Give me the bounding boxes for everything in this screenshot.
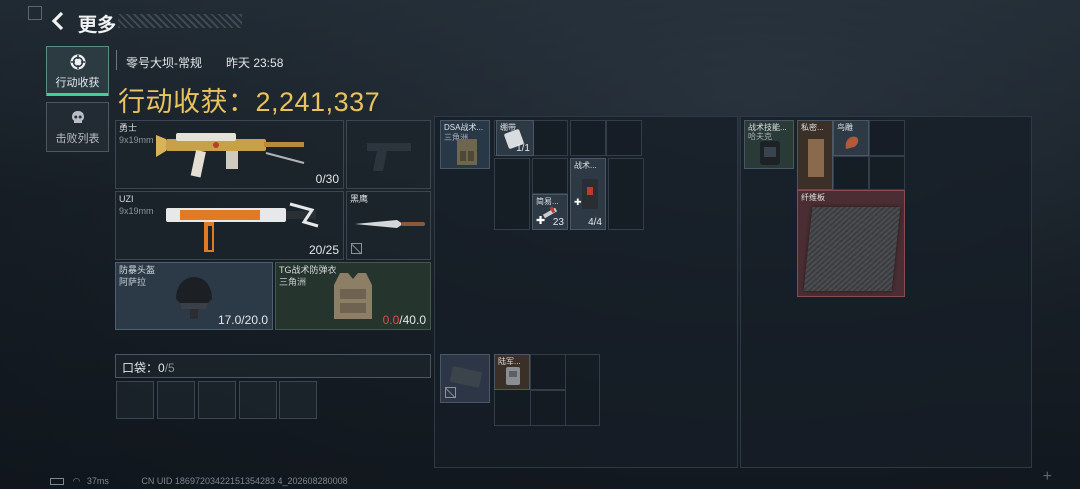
primary-weapon-name: 勇士: [119, 123, 138, 133]
tactical-kit-item[interactable]: 战术... ✚ 4/4: [570, 158, 606, 230]
raid-time: 昨天 23:58: [226, 56, 284, 70]
tactical-kit-count: 4/4: [588, 217, 602, 228]
wifi-icon: ◠: [72, 476, 81, 486]
plus-marker: +: [1042, 468, 1052, 485]
melee-name: 黑鹰: [350, 194, 369, 204]
chest-rig-item[interactable]: DSA战术... 三角洲: [440, 120, 490, 169]
pouch-item[interactable]: [440, 354, 490, 403]
backpack-grid-cell: [530, 390, 566, 426]
bandage-item[interactable]: 绷带 1/1: [496, 120, 534, 156]
armor-durability: 0.0/40.0: [383, 313, 426, 327]
helmet-durability: 17.0/20.0: [217, 313, 268, 327]
pocket-title: 口袋：: [122, 361, 159, 375]
user-uid: CN UID 18697203422151354283 4_2026082800…: [141, 476, 348, 486]
tab-kill-list[interactable]: 击败列表: [46, 102, 109, 152]
armor-origin: 三角洲: [279, 277, 307, 287]
backpack-icon: [506, 367, 520, 385]
pocket-count: 0: [158, 361, 165, 375]
skull-icon: [71, 110, 84, 123]
uzi-orange-icon: [166, 202, 319, 252]
battery-icon: [50, 478, 64, 486]
armor-name: TG战术防弹衣: [279, 265, 337, 275]
tactical-kit-name: 战术...: [574, 161, 597, 170]
helmet-icon: [176, 277, 212, 319]
rig-grid-cell: [606, 120, 642, 156]
pocket-label: 口袋：0/5: [122, 359, 175, 376]
bandage-count: 1/1: [516, 143, 530, 154]
rig-grid-cell: [532, 158, 568, 194]
rig-grid-cell: [608, 158, 644, 230]
secondary-weapon-ammo: 20/25: [308, 243, 339, 257]
fiberboard-item[interactable]: 纤维板: [797, 190, 905, 297]
primary-weapon-caliber: 9x19mm: [119, 135, 154, 145]
pocket-slot[interactable]: [198, 381, 236, 419]
loot-grid-cell: [833, 156, 869, 190]
haul-total: 行动收获：2,241,337: [118, 80, 380, 119]
no-insure-icon: [351, 243, 362, 254]
helmet-name: 防暴头盔: [119, 265, 156, 275]
tab-kill-list-label: 击败列表: [55, 132, 100, 145]
header-decoration: [118, 14, 242, 28]
tab-haul-label: 行动收获: [55, 76, 100, 89]
armor-durability-max: /40.0: [399, 313, 426, 327]
rig-grid-cell: [532, 120, 568, 156]
haul-label: 行动收获：: [118, 87, 256, 117]
rig-grid-cell: [570, 120, 606, 156]
rig-icon: [457, 139, 477, 165]
back-arrow-icon: [51, 11, 64, 31]
helmet-origin: 阿萨拉: [119, 277, 147, 287]
bird-carving-item[interactable]: 鸟雕: [833, 120, 869, 156]
bird-icon: [845, 136, 859, 149]
secondary-weapon-slot[interactable]: UZI 9x19mm 20/25: [115, 191, 344, 260]
primary-weapon-slot[interactable]: 勇士 9x19mm 0/30: [115, 120, 344, 189]
helmet-slot[interactable]: 防暴头盔 阿萨拉 17.0/20.0: [115, 262, 273, 330]
primary-weapon-ammo: 0/30: [315, 172, 339, 186]
syringe-item[interactable]: 简易... ✚ 23: [532, 194, 568, 230]
melee-slot[interactable]: 黑鹰: [346, 191, 431, 260]
fiberboard-icon: [803, 207, 901, 291]
medkit-icon: [582, 179, 598, 209]
back-button[interactable]: [48, 10, 70, 32]
armor-durability-current: 0.0: [382, 313, 400, 327]
pocket-slot[interactable]: [239, 381, 277, 419]
status-bar: ◠ 37ms CN UID 18697203422151354283 4_202…: [50, 476, 348, 487]
secondary-weapon-name: UZI: [119, 194, 134, 204]
ping: 37ms: [86, 476, 109, 486]
pocket-max: /5: [164, 361, 175, 375]
backpack-item[interactable]: 陆军...: [494, 354, 530, 390]
armor-slot[interactable]: TG战术防弹衣 三角洲 0.0/40.0: [275, 262, 431, 330]
vest-icon: [334, 273, 372, 319]
haul-value: 2,241,337: [255, 87, 381, 117]
pistol-slot-empty[interactable]: [346, 120, 431, 189]
smg-gold-icon: [156, 133, 305, 178]
no-insure-icon: [445, 387, 456, 398]
rig-grid-cell: [494, 158, 530, 230]
syringe-count: 23: [552, 217, 564, 228]
backpack-grid-cell: [530, 354, 566, 390]
pistol-silhouette-icon: [367, 143, 411, 171]
pocket-slot[interactable]: [279, 381, 317, 419]
case-icon: [450, 366, 482, 388]
private-item-name: 私密...: [801, 123, 824, 132]
loot-grid-cell: [869, 156, 905, 190]
info-divider: [116, 50, 117, 70]
map-name: 零号大坝-常规: [126, 56, 202, 70]
medical-cross-icon: ✚: [574, 197, 582, 207]
pocket-slot[interactable]: [157, 381, 195, 419]
page-title: 更多: [78, 15, 117, 36]
crosshair-icon: [70, 54, 85, 69]
medical-cross-icon: ✚: [536, 215, 546, 227]
tab-haul[interactable]: 行动收获: [46, 46, 109, 96]
secondary-weapon-caliber: 9x19mm: [119, 206, 154, 216]
knife-icon: [355, 220, 425, 228]
fiberboard-name: 纤维板: [801, 193, 825, 202]
corner-marker: [28, 6, 42, 20]
device-icon: [760, 141, 780, 165]
document-icon: [808, 139, 824, 177]
tactical-skill-item[interactable]: 战术技能... 哈夫克: [744, 120, 794, 169]
loot-grid-cell: [869, 120, 905, 156]
pocket-slot[interactable]: [116, 381, 154, 419]
private-item[interactable]: 私密...: [797, 120, 833, 190]
